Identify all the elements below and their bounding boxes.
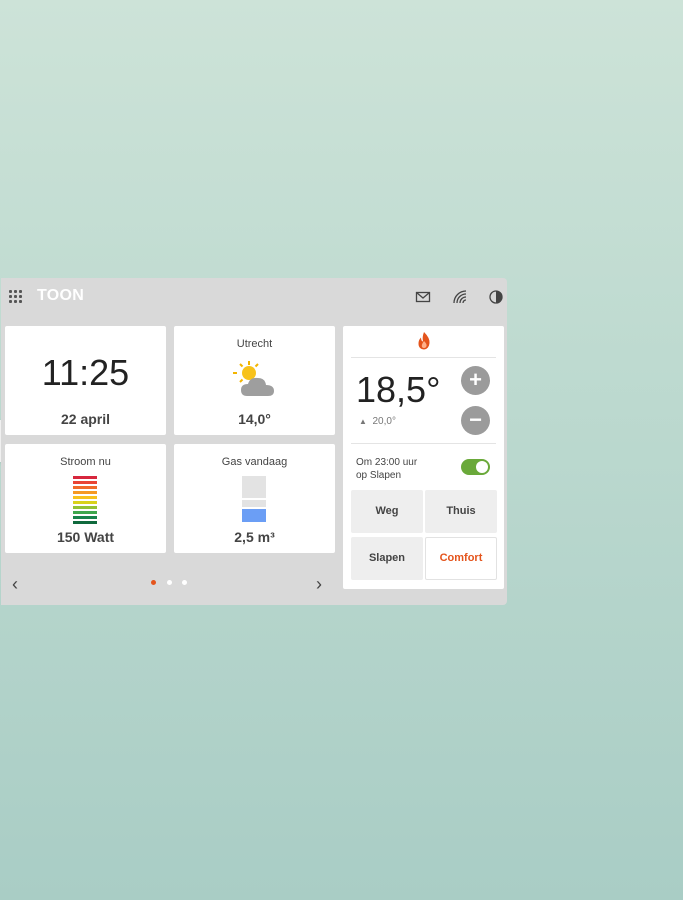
page-dot-3[interactable] <box>182 580 187 585</box>
schedule-line-2: op Slapen <box>356 470 402 481</box>
gas-gauge <box>242 476 266 522</box>
flame-icon <box>418 332 430 350</box>
partly-cloudy-icon <box>233 361 274 396</box>
mode-comfort-button[interactable]: Comfort <box>425 537 497 580</box>
mail-icon[interactable] <box>415 289 431 305</box>
gas-label: Gas vandaag <box>221 456 288 468</box>
gas-tile[interactable]: Gas vandaag 2,5 m³ <box>174 444 335 553</box>
toon-device-panel: TOON 11:25 22 april Utrecht 14,0° Stroom… <box>1 278 507 605</box>
page-dot-1[interactable] <box>151 580 156 585</box>
signal-icon[interactable] <box>452 289 468 305</box>
mode-weg-button[interactable]: Weg <box>351 490 423 533</box>
gas-value: 2,5 m³ <box>234 529 275 545</box>
power-tile[interactable]: Stroom nu 150 Watt <box>5 444 166 553</box>
decrease-temp-button[interactable]: − <box>461 406 490 435</box>
mode-slapen-button[interactable]: Slapen <box>351 537 423 580</box>
clock-tile[interactable]: 11:25 22 april <box>5 326 166 435</box>
thermostat-divider-mid <box>351 443 496 444</box>
weather-temperature: 14,0° <box>238 411 271 427</box>
schedule-text: Om 23:00 uur op Slapen <box>356 456 417 482</box>
top-bar: TOON <box>1 278 507 316</box>
schedule-line-1: Om 23:00 uur <box>356 457 418 468</box>
weather-tile[interactable]: Utrecht 14,0° <box>174 326 335 435</box>
setpoint-value: 20,0° <box>372 416 396 427</box>
brand-logo: TOON <box>37 287 85 304</box>
apps-grid-icon[interactable] <box>9 290 22 303</box>
next-page-button[interactable]: › <box>316 574 322 595</box>
page-dot-2[interactable] <box>167 580 172 585</box>
power-meter <box>67 474 103 524</box>
thermostat-panel: 18,5° ▲ 20,0° + − Om 23:00 uur op Slapen… <box>343 326 504 589</box>
contrast-icon[interactable] <box>488 289 504 305</box>
clock-date: 22 april <box>60 411 111 427</box>
increase-temp-button[interactable]: + <box>461 366 490 395</box>
setpoint-temperature: ▲ 20,0° <box>359 416 396 427</box>
mode-thuis-button[interactable]: Thuis <box>425 490 497 533</box>
prev-page-button[interactable]: ‹ <box>12 574 18 595</box>
current-temperature: 18,5° <box>356 369 441 410</box>
toggle-knob <box>476 461 488 473</box>
power-value: 150 Watt <box>56 529 115 545</box>
program-toggle[interactable] <box>461 459 490 475</box>
setpoint-arrow-icon: ▲ <box>359 417 367 426</box>
clock-time: 11:25 <box>41 352 130 393</box>
power-label: Stroom nu <box>60 456 111 468</box>
weather-city: Utrecht <box>236 338 273 350</box>
thermostat-divider-top <box>351 357 496 358</box>
